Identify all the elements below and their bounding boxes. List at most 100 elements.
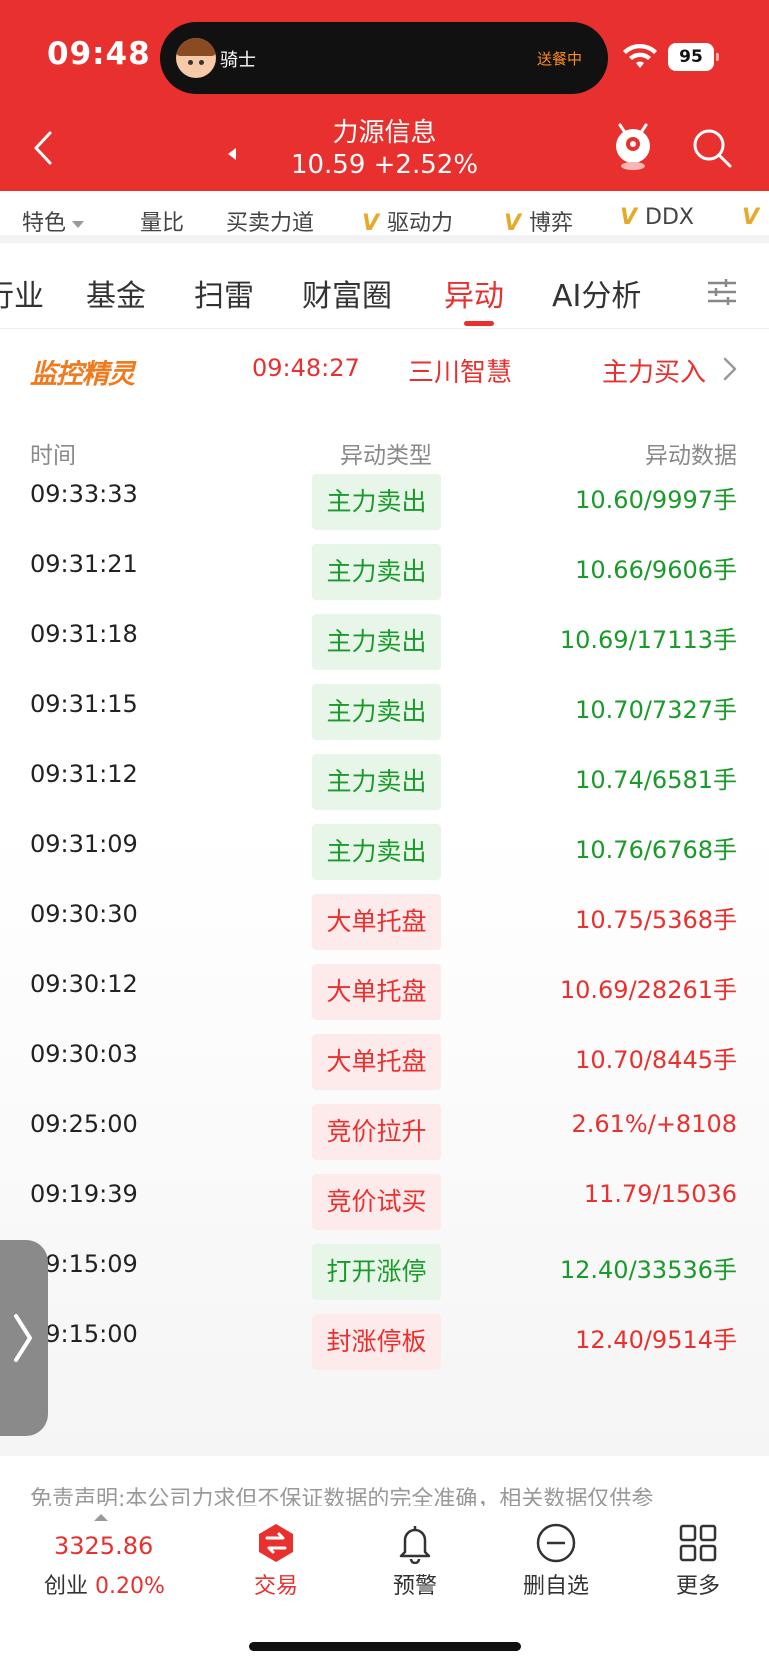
- tab-fund[interactable]: 基金: [86, 271, 146, 315]
- row-type-badge: 竞价试买: [312, 1174, 441, 1230]
- row-type-badge: 大单托盘: [312, 1034, 441, 1090]
- row-type-badge: 主力卖出: [312, 684, 441, 740]
- row-data: 10.66/9606手: [575, 556, 737, 584]
- island-name: 骑士: [220, 50, 256, 71]
- tab-industry[interactable]: 行业: [0, 271, 44, 315]
- feature-bar: 特色 量比 买卖力道 V 驱动力 V 博弈 V DDX V: [0, 191, 769, 243]
- table-row[interactable]: 09:30:30 大单托盘 10.75/5368手: [0, 878, 769, 952]
- row-data: 10.69/17113手: [559, 626, 737, 654]
- row-type-badge: 主力卖出: [312, 614, 441, 670]
- row-data: 12.40/9514手: [575, 1326, 737, 1354]
- table-row[interactable]: 09:31:09 主力卖出 10.76/6768手: [0, 808, 769, 882]
- trade-icon: [259, 1524, 293, 1562]
- table-row[interactable]: 09:31:18 主力卖出 10.69/17113手: [0, 598, 769, 672]
- index-value[interactable]: 3325.86: [54, 1532, 153, 1560]
- row-type-badge: 主力卖出: [312, 824, 441, 880]
- table-row[interactable]: 09:19:39 竞价试买 11.79/15036: [0, 1158, 769, 1232]
- row-data: 12.40/33536手: [559, 1256, 737, 1284]
- row-type-badge: 大单托盘: [312, 894, 441, 950]
- disclaimer-text: 免责声明:本公司力求但不保证数据的完全准确，相关数据仅供参: [30, 1487, 654, 1508]
- vip-v-icon: V: [620, 205, 638, 230]
- active-tab-indicator: [464, 321, 494, 326]
- table-row[interactable]: 09:31:15 主力卖出 10.70/7327手: [0, 668, 769, 742]
- monitor-logo: 监控精灵: [30, 359, 135, 390]
- row-data: 10.69/28261手: [559, 976, 737, 1004]
- tab-wealth-circle[interactable]: 财富圈: [302, 271, 392, 315]
- row-type-badge: 封涨停板: [312, 1314, 441, 1370]
- wifi-icon: [623, 44, 657, 68]
- row-type-badge: 主力卖出: [312, 754, 441, 810]
- row-type-badge: 大单托盘: [312, 964, 441, 1020]
- grid-icon: [679, 1524, 717, 1562]
- search-icon[interactable]: [690, 126, 734, 170]
- table-row[interactable]: 09:15:00 封涨停板 12.40/9514手: [0, 1298, 769, 1372]
- row-type-badge: 主力卖出: [312, 544, 441, 600]
- expand-up-icon[interactable]: [94, 1514, 108, 1521]
- row-data: 10.76/6768手: [575, 836, 737, 864]
- row-time: 09:31:09: [30, 830, 138, 858]
- dropdown-triangle-icon: [72, 220, 85, 228]
- row-type-badge: 主力卖出: [312, 474, 441, 530]
- chevron-right-icon: [14, 1314, 32, 1362]
- battery-indicator: 95: [668, 43, 719, 71]
- tab-ai-analysis[interactable]: AI分析: [552, 271, 641, 315]
- tab-bar: 行业 基金 扫雷 财富圈 异动 AI分析: [0, 251, 769, 329]
- row-type-badge: 打开涨停: [312, 1244, 441, 1300]
- vip-v-icon: V: [504, 211, 522, 236]
- dynamic-island[interactable]: 骑士 送餐中: [160, 22, 608, 94]
- row-time: 09:25:00: [30, 1110, 138, 1138]
- monitor-event: 主力买入: [602, 358, 707, 388]
- row-data: 2.61%/+8108: [571, 1110, 737, 1138]
- row-data: 10.70/7327手: [575, 696, 737, 724]
- row-time: 09:31:21: [30, 550, 138, 578]
- nav-more[interactable]: 更多: [653, 1522, 743, 1600]
- row-time: 09:33:33: [30, 480, 138, 508]
- feature-drive-force[interactable]: V 驱动力: [362, 205, 453, 237]
- row-time: 09:31:15: [30, 690, 138, 718]
- index-change: 0.20%: [95, 1574, 165, 1599]
- tab-abnormal-move[interactable]: 异动: [444, 271, 504, 315]
- table-row[interactable]: 09:30:03 大单托盘 10.70/8445手: [0, 1018, 769, 1092]
- feature-ddx[interactable]: V DDX: [620, 205, 694, 230]
- monitor-stock[interactable]: 三川智慧: [408, 352, 512, 389]
- row-time: 09:30:03: [30, 1040, 138, 1068]
- row-time: 09:19:39: [30, 1180, 138, 1208]
- row-time: 09:31:18: [30, 620, 138, 648]
- table-row[interactable]: 09:15:09 打开涨停 12.40/33536手: [0, 1228, 769, 1302]
- table-row[interactable]: 09:30:12 大单托盘 10.69/28261手: [0, 948, 769, 1022]
- side-drawer-handle[interactable]: [0, 1240, 48, 1436]
- minus-circle-icon: [536, 1523, 576, 1563]
- feature-volume-ratio[interactable]: 量比: [140, 205, 184, 237]
- mascot-icon[interactable]: [612, 122, 654, 172]
- bell-icon: [399, 1526, 431, 1564]
- island-status: 送餐中: [536, 50, 582, 68]
- row-data: 10.70/8445手: [575, 1046, 737, 1074]
- index-label[interactable]: 创业 0.20%: [44, 1568, 165, 1600]
- table-row[interactable]: 09:25:00 竞价拉升 2.61%/+8108: [0, 1088, 769, 1162]
- table-row[interactable]: 09:31:21 主力卖出 10.66/9606手: [0, 528, 769, 602]
- row-data: 11.79/15036: [583, 1180, 737, 1208]
- nav-alert[interactable]: 预警: [370, 1522, 460, 1600]
- table-row[interactable]: 09:33:33 主力卖出 10.60/9997手: [0, 458, 769, 532]
- tab-risk-scan[interactable]: 扫雷: [194, 271, 254, 315]
- feature-buy-sell-force[interactable]: 买卖力道: [226, 205, 314, 237]
- status-time: 09:48: [47, 36, 151, 72]
- feature-game[interactable]: V 博弈: [504, 205, 573, 237]
- row-time: 09:30:12: [30, 970, 138, 998]
- chevron-right-icon[interactable]: [722, 356, 738, 382]
- feature-special[interactable]: 特色: [22, 205, 85, 237]
- monitor-ticker[interactable]: 监控精灵 09:48:27 三川智慧 主力买入: [0, 330, 769, 406]
- table-row[interactable]: 09:31:12 主力卖出 10.74/6581手: [0, 738, 769, 812]
- row-data: 10.75/5368手: [575, 906, 737, 934]
- header-bar: 09:48 骑士 送餐中 95 力源信息 10.59 +2.52%: [0, 0, 769, 191]
- nav-trade[interactable]: 交易: [231, 1522, 321, 1600]
- row-time: 09:31:12: [30, 760, 138, 788]
- tab-settings-icon[interactable]: [706, 278, 738, 306]
- home-indicator[interactable]: [249, 1642, 521, 1651]
- monitor-time: 09:48:27: [252, 354, 360, 382]
- nav-remove-watchlist[interactable]: 删自选: [511, 1522, 601, 1600]
- feature-more-v[interactable]: V: [742, 205, 767, 230]
- row-data: 10.60/9997手: [575, 486, 737, 514]
- row-data: 10.74/6581手: [575, 766, 737, 794]
- vip-v-icon: V: [362, 211, 380, 236]
